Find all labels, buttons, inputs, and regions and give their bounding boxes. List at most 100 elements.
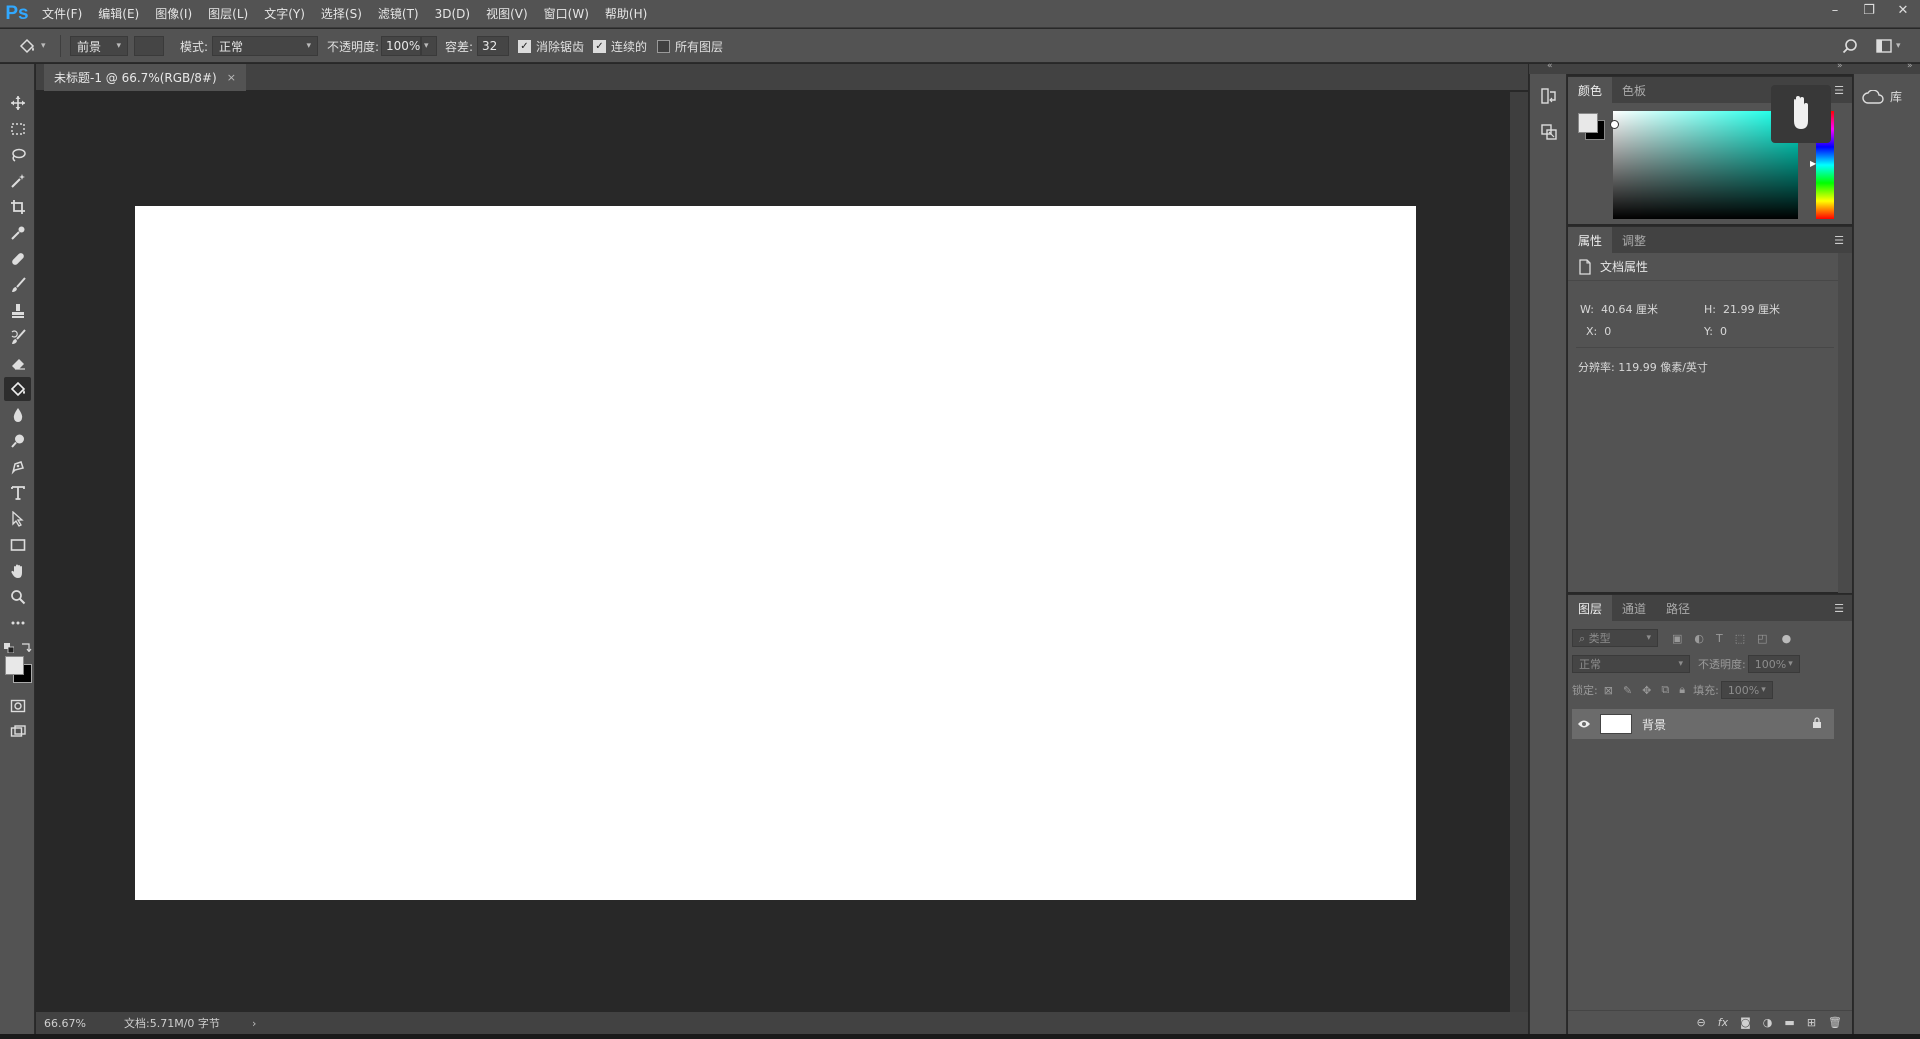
document-tab[interactable]: 未标题-1 @ 66.7%(RGB/8#) ×	[44, 64, 246, 91]
fill-input[interactable]: 100% ▾	[1720, 681, 1773, 699]
menu-3d[interactable]: 3D(D)	[427, 7, 478, 21]
lock-position-icon[interactable]: ✥	[1642, 684, 1651, 697]
tab-color[interactable]: 颜色	[1568, 77, 1613, 103]
zoom-level[interactable]: 66.67%	[36, 1017, 106, 1030]
menu-filter[interactable]: 滤镜(T)	[370, 5, 427, 22]
filter-pixel-icon[interactable]: ▣	[1672, 632, 1682, 645]
color-picker-cursor[interactable]	[1610, 120, 1619, 129]
pattern-picker[interactable]	[134, 36, 164, 56]
tab-swatches[interactable]: 色板	[1612, 77, 1656, 103]
filter-type-icon[interactable]: T	[1716, 632, 1723, 645]
crop-tool[interactable]	[4, 195, 31, 219]
eyedropper-tool[interactable]	[4, 221, 31, 245]
width-value[interactable]: 40.64 厘米	[1601, 303, 1658, 316]
status-menu-arrow[interactable]: ›	[252, 1017, 256, 1030]
lasso-tool[interactable]	[4, 143, 31, 167]
rectangle-tool[interactable]	[4, 533, 31, 557]
slider-marker-icon[interactable]: ▶	[1810, 159, 1816, 168]
new-group-icon[interactable]: ▬	[1784, 1016, 1794, 1029]
lock-transparent-icon[interactable]: ⊠	[1604, 684, 1613, 697]
panel-menu-icon[interactable]: ☰	[1834, 602, 1844, 615]
opacity-dropdown[interactable]: ▾	[421, 36, 437, 56]
properties-scrollbar[interactable]	[1838, 253, 1852, 593]
tab-adjustments[interactable]: 调整	[1612, 227, 1656, 253]
menu-edit[interactable]: 编辑(E)	[90, 5, 147, 22]
properties-mini-button[interactable]	[1537, 120, 1561, 144]
layer-filter-select[interactable]: ⌕ 类型 ▾	[1572, 629, 1658, 647]
collapse-arrows-icon[interactable]: «	[1547, 61, 1553, 71]
more-tools-button[interactable]	[4, 611, 31, 635]
eraser-tool[interactable]	[4, 351, 31, 375]
lock-artboard-icon[interactable]: ⧉	[1661, 683, 1669, 697]
document-canvas[interactable]	[135, 206, 1416, 900]
workspace-switcher[interactable]: ▾	[1876, 35, 1901, 57]
menu-select[interactable]: 选择(S)	[313, 5, 370, 22]
close-tab-icon[interactable]: ×	[227, 71, 236, 84]
fill-source-select[interactable]: 前景 ▾	[70, 36, 128, 56]
filter-shape-icon[interactable]: ⬚	[1735, 632, 1745, 645]
magic-wand-tool[interactable]	[4, 169, 31, 193]
close-button[interactable]: ✕	[1886, 0, 1920, 20]
add-mask-icon[interactable]: ◙	[1740, 1016, 1751, 1029]
vertical-scrollbar[interactable]	[1510, 92, 1528, 1012]
trash-icon[interactable]: 🗑︎	[1828, 1016, 1842, 1029]
tab-paths[interactable]: 路径	[1656, 595, 1700, 621]
tab-properties[interactable]: 属性	[1568, 227, 1613, 253]
quick-mask-button[interactable]	[4, 694, 31, 718]
history-panel-button[interactable]	[1537, 84, 1561, 108]
link-layers-icon[interactable]: ⊖	[1697, 1016, 1706, 1029]
filter-smart-object-icon[interactable]: ◰	[1757, 632, 1767, 645]
panel-foreground-swatch[interactable]	[1578, 113, 1598, 133]
menu-type[interactable]: 文字(Y)	[256, 5, 313, 22]
antialias-checkbox[interactable]: ✓ 消除锯齿	[518, 35, 584, 57]
menu-image[interactable]: 图像(I)	[147, 5, 200, 22]
restore-button[interactable]: ❐	[1852, 0, 1886, 20]
blend-mode-select[interactable]: 正常 ▾	[1572, 655, 1690, 673]
tab-channels[interactable]: 通道	[1612, 595, 1656, 621]
screen-mode-button[interactable]	[4, 720, 31, 744]
zoom-tool[interactable]	[4, 585, 31, 609]
menu-file[interactable]: 文件(F)	[34, 5, 90, 22]
collapse-arrows-icon[interactable]: »	[1907, 61, 1913, 71]
layer-row[interactable]: 背景	[1572, 709, 1834, 739]
default-colors-button[interactable]	[4, 642, 15, 656]
collapse-arrows-icon[interactable]: »	[1837, 61, 1843, 71]
y-value[interactable]: 0	[1720, 325, 1727, 338]
contiguous-checkbox[interactable]: ✓ 连续的	[593, 35, 647, 57]
lock-image-icon[interactable]: ✎	[1623, 684, 1632, 697]
eye-icon[interactable]	[1572, 719, 1596, 729]
filter-adjustment-icon[interactable]: ◐	[1694, 632, 1704, 645]
type-tool[interactable]	[4, 481, 31, 505]
tool-preset-picker[interactable]: ▾	[18, 35, 46, 57]
panel-menu-icon[interactable]: ☰	[1834, 234, 1844, 247]
menu-view[interactable]: 视图(V)	[478, 5, 536, 22]
brush-tool[interactable]	[4, 273, 31, 297]
filter-toggle-icon[interactable]: ●	[1782, 632, 1792, 645]
lock-all-icon[interactable]: 🔒︎	[1679, 683, 1685, 697]
all-layers-checkbox[interactable]: 所有图层	[657, 35, 723, 57]
menu-help[interactable]: 帮助(H)	[597, 5, 655, 22]
x-value[interactable]: 0	[1604, 325, 1611, 338]
clone-stamp-tool[interactable]	[4, 299, 31, 323]
dodge-tool[interactable]	[4, 429, 31, 453]
lock-icon[interactable]	[1812, 716, 1822, 732]
adjustment-layer-icon[interactable]: ◑	[1763, 1016, 1773, 1029]
minimize-button[interactable]: –	[1818, 0, 1852, 20]
paint-bucket-tool[interactable]	[4, 377, 31, 401]
layer-opacity-input[interactable]: 100% ▾	[1747, 655, 1800, 673]
fx-icon[interactable]: fx	[1718, 1016, 1728, 1029]
menu-window[interactable]: 窗口(W)	[536, 5, 597, 22]
tab-layers[interactable]: 图层	[1568, 595, 1613, 621]
layer-name[interactable]: 背景	[1642, 716, 1666, 733]
blur-tool[interactable]	[4, 403, 31, 427]
move-tool[interactable]	[4, 91, 31, 115]
pen-tool[interactable]	[4, 455, 31, 479]
history-brush-tool[interactable]	[4, 325, 31, 349]
tolerance-input[interactable]: 32	[477, 36, 509, 56]
libraries-button[interactable]: 库	[1862, 88, 1902, 105]
mode-select[interactable]: 正常 ▾	[212, 36, 318, 56]
swap-colors-button[interactable]	[21, 641, 32, 655]
menu-layer[interactable]: 图层(L)	[200, 5, 256, 22]
foreground-color-swatch[interactable]	[5, 656, 24, 675]
new-layer-icon[interactable]: ⊞	[1807, 1016, 1816, 1029]
